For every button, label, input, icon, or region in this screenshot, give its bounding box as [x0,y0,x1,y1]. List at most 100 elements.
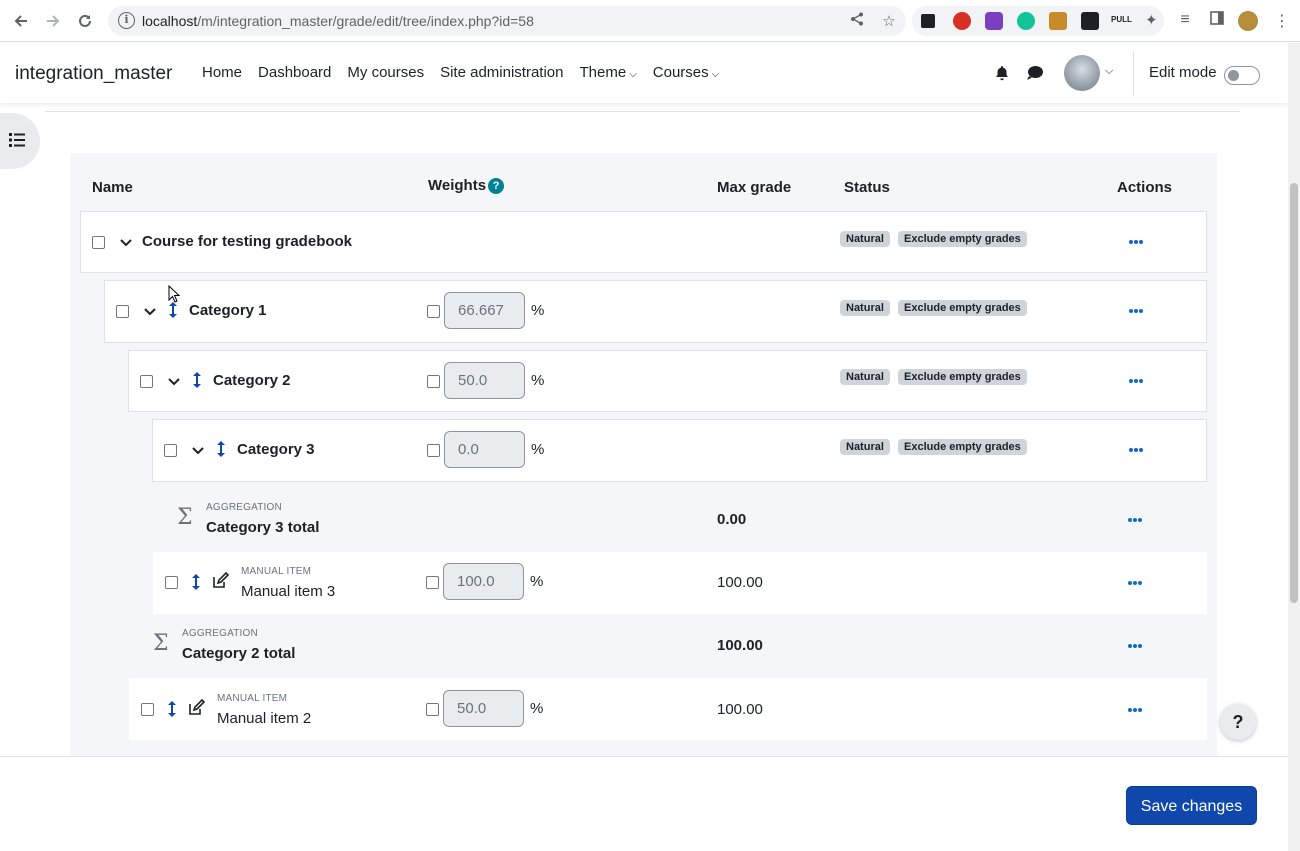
actions-menu-icon[interactable] [1128,708,1142,712]
eyedropper-extension-icon[interactable] [921,14,935,28]
user-avatar[interactable] [1064,55,1100,91]
grade-item-row: MANUAL ITEM Manual item 2 50.0 % 100.00 [129,678,1207,740]
back-icon[interactable] [9,9,33,33]
weight-input[interactable]: 50.0 [444,362,525,399]
address-bar[interactable]: i localhost/m/integration_master/grade/e… [108,6,906,36]
puzzle-extensions-icon[interactable]: ✦ [1145,11,1163,29]
chevron-down-icon[interactable] [143,307,157,317]
weight-override-checkbox[interactable] [427,375,440,388]
chevron-down-icon[interactable] [167,377,181,387]
edit-mode-toggle[interactable] [1224,66,1260,85]
item-type-label: MANUAL ITEM [241,566,312,577]
chevron-down-icon[interactable] [119,238,133,248]
actions-menu-icon[interactable] [1129,448,1143,452]
mouse-pointer-icon [168,285,180,303]
select-checkbox[interactable] [141,703,154,716]
select-checkbox[interactable] [116,305,129,318]
chrome-menu-icon[interactable]: ⋮ [1272,11,1292,31]
move-icon[interactable] [167,700,177,718]
aggregation-name: Category 3 total [206,519,320,536]
page-scrollbar[interactable] [1288,43,1300,851]
weight-input[interactable]: 100.0 [443,563,524,600]
actions-menu-icon[interactable] [1128,518,1142,522]
site-navbar: integration_master Home Dashboard My cou… [0,43,1288,103]
bookmark-star-icon[interactable]: ☆ [880,12,898,30]
actions-menu-icon[interactable] [1128,644,1142,648]
course-index-drawer-toggle[interactable] [0,113,40,169]
save-changes-button[interactable]: Save changes [1126,786,1257,825]
move-icon[interactable] [216,440,226,458]
column-header-max-grade: Max grade [717,179,792,196]
nav-dashboard[interactable]: Dashboard [258,64,331,81]
url-text: localhost/m/integration_master/grade/edi… [142,13,534,29]
extensions-area: PULL ✦ [912,6,1164,36]
site-info-icon[interactable]: i [118,12,135,29]
weight-override-checkbox[interactable] [426,576,439,589]
nav-site-administration[interactable]: Site administration [440,64,563,81]
status-badge: Natural [840,300,890,316]
weight-override-checkbox[interactable] [427,444,440,457]
actions-menu-icon[interactable] [1129,309,1143,313]
weight-input[interactable]: 0.0 [444,431,525,468]
max-grade-value: 0.00 [717,511,747,528]
nav-theme-dropdown[interactable]: Theme ⌵ [580,64,637,81]
max-grade-value: 100.00 [717,637,763,654]
extension-icon[interactable] [1049,12,1067,30]
status-badge: Natural [840,231,890,247]
select-checkbox[interactable] [165,576,178,589]
profile-avatar-icon[interactable] [1238,11,1258,31]
edit-item-icon [213,572,229,588]
item-name: Manual item 2 [217,710,312,727]
weight-input[interactable]: 50.0 [443,690,524,727]
share-icon[interactable] [848,12,866,30]
help-icon[interactable]: ? [488,178,505,194]
actions-menu-icon[interactable] [1129,379,1143,383]
move-icon[interactable] [191,573,201,591]
select-checkbox[interactable] [92,236,105,249]
reading-list-icon[interactable]: ≡ [1175,11,1195,31]
edit-mode-label: Edit mode [1149,64,1217,81]
column-header-name: Name [92,179,133,196]
select-checkbox[interactable] [140,375,153,388]
move-icon[interactable] [168,301,178,319]
browser-toolbar: i localhost/m/integration_master/grade/e… [0,0,1300,42]
nav-courses-dropdown[interactable]: Courses ⌵ [653,64,719,81]
actions-menu-icon[interactable] [1128,581,1142,585]
edit-item-icon [189,699,205,715]
aggregation-name: Category 2 total [182,645,296,662]
weight-input[interactable]: 66.667 [444,292,525,329]
nav-theme-label: Theme [579,64,627,81]
pull-extension-icon[interactable]: PULL [1111,15,1133,33]
reload-icon[interactable] [73,9,97,33]
forward-icon[interactable] [41,9,65,33]
table-header: Name Weights? Max grade Status Actions [70,153,1217,211]
chevron-down-icon: ⌵ [711,69,720,80]
percent-sign: % [531,441,545,458]
site-brand[interactable]: integration_master [15,63,172,85]
move-icon[interactable] [192,371,202,389]
header-divider [45,111,1240,112]
notifications-bell-icon[interactable] [994,65,1010,81]
column-header-weights: Weights? [428,177,505,194]
weight-override-checkbox[interactable] [426,703,439,716]
adblock-extension-icon[interactable] [953,12,971,30]
nav-home[interactable]: Home [202,64,242,81]
max-grade-value: 100.00 [717,574,763,591]
select-checkbox[interactable] [164,444,177,457]
extension-icon[interactable] [1081,12,1099,30]
nav-my-courses[interactable]: My courses [347,64,424,81]
side-panel-icon[interactable] [1207,11,1227,31]
chevron-down-icon[interactable] [191,446,205,456]
category-row-2: Category 2 50.0 % Natural Exclude empty … [128,350,1207,412]
weight-override-checkbox[interactable] [427,305,440,318]
help-button[interactable]: ? [1220,704,1256,740]
nav-courses-label: Courses [652,64,709,81]
grammarly-extension-icon[interactable] [1017,12,1035,30]
color-extension-icon[interactable] [985,12,1003,30]
primary-navigation: Home Dashboard My courses Site administr… [202,64,735,81]
scrollbar-thumb[interactable] [1290,183,1298,603]
item-type-label: AGGREGATION [206,502,282,513]
messages-chat-icon[interactable] [1026,65,1044,81]
actions-menu-icon[interactable] [1129,240,1143,244]
chevron-down-icon[interactable]: ⌵ [1105,65,1113,78]
